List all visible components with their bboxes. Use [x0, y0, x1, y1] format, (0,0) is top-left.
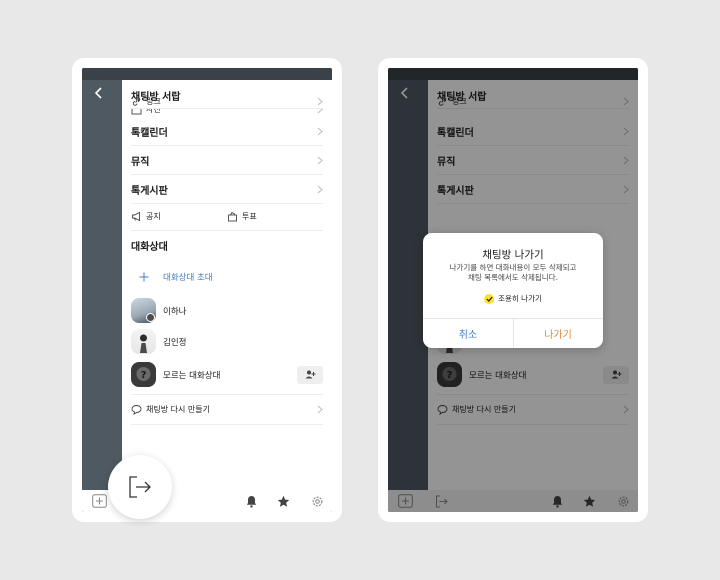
quiet-leave-label: 조용히 나가기: [498, 294, 542, 303]
chevron-right-icon: [317, 97, 323, 106]
talk-board-label: 톡게시판: [131, 186, 168, 197]
invite-label: 대화상대 초대: [163, 272, 213, 283]
drawer-item-notice[interactable]: 공지: [131, 211, 221, 222]
avatar: [131, 298, 156, 323]
leave-button[interactable]: 나가기: [513, 318, 603, 348]
chevron-right-icon: [317, 127, 323, 136]
add-friend-button[interactable]: [297, 365, 323, 384]
drawer-item-music[interactable]: 뮤직: [131, 153, 323, 168]
member-name: 모르는 대화상대: [163, 370, 221, 381]
members-header: 대화상대: [131, 238, 323, 253]
divider: [131, 174, 323, 175]
left-card: 채팅방 서랍 사진 링크 톡캘린더 뮤직 톡게시판 공지 투표 대화상대 대화상…: [72, 58, 342, 522]
speech-bubble-icon: [131, 405, 142, 415]
music-label: 뮤직: [131, 157, 150, 168]
back-chevron-icon[interactable]: [92, 86, 106, 100]
star-icon[interactable]: [277, 495, 290, 508]
exit-icon: [129, 476, 151, 498]
megaphone-icon: [132, 211, 140, 222]
svg-text:?: ?: [141, 370, 147, 381]
drawer-item-talk-calendar[interactable]: 톡캘린더: [131, 124, 323, 139]
chevron-right-icon: [317, 156, 323, 165]
members-header-label: 대화상대: [131, 242, 168, 253]
divider: [131, 230, 323, 231]
divider: [131, 394, 323, 395]
remake-chat-row[interactable]: 채팅방 다시 만들기: [131, 404, 323, 415]
chevron-right-icon: [317, 405, 323, 414]
divider: [131, 424, 323, 425]
member-name: 김인정: [163, 337, 187, 348]
member-row[interactable]: 김인정: [131, 329, 186, 354]
dialog-title: 채팅방 나가기: [482, 249, 544, 261]
member-name: 이하나: [163, 306, 187, 317]
photo-icon: [131, 108, 142, 114]
divider: [131, 108, 323, 109]
chat-background: [82, 68, 122, 512]
me-badge-icon: [146, 313, 155, 322]
exit-chat-button[interactable]: [108, 455, 172, 519]
member-row[interactable]: ? 모르는 대화상대: [131, 362, 323, 387]
chevron-right-icon: [317, 185, 323, 194]
avatar: [131, 329, 156, 354]
divider: [131, 203, 323, 204]
add-friend-icon: [305, 370, 315, 379]
vote-box-icon: [228, 211, 237, 222]
talk-calendar-label: 톡캘린더: [131, 128, 168, 139]
drawer-item-photo[interactable]: 사진: [131, 108, 323, 116]
dialog-message-line: 나가기를 하면 대화내용이 모두 삭제되고: [449, 263, 577, 272]
status-bar: [82, 68, 332, 80]
vote-label: 투표: [242, 212, 257, 221]
chat-drawer: 채팅방 서랍 사진 링크 톡캘린더 뮤직 톡게시판 공지 투표 대화상대 대화상…: [122, 80, 332, 500]
phone-screen-left: 채팅방 서랍 사진 링크 톡캘린더 뮤직 톡게시판 공지 투표 대화상대 대화상…: [82, 68, 332, 512]
notice-label: 공지: [146, 212, 161, 221]
drawer-item-link[interactable]: 링크: [131, 96, 323, 107]
leave-chat-dialog: 채팅방 나가기 나가기를 하면 대화내용이 모두 삭제되고 채팅 목록에서도 삭…: [423, 233, 603, 348]
gear-icon[interactable]: [311, 495, 324, 508]
bell-icon[interactable]: [245, 495, 258, 508]
dialog-message: 나가기를 하면 대화내용이 모두 삭제되고 채팅 목록에서도 삭제됩니다.: [433, 263, 593, 283]
cancel-button[interactable]: 취소: [423, 318, 513, 348]
member-row[interactable]: 이하나: [131, 298, 186, 323]
link-icon: [132, 97, 141, 106]
add-chat-icon[interactable]: [92, 494, 107, 508]
unknown-avatar-icon: ?: [131, 362, 156, 387]
divider: [131, 145, 323, 146]
link-label: 링크: [146, 97, 161, 106]
quiet-leave-checkbox[interactable]: 조용히 나가기: [423, 293, 603, 304]
dialog-message-line: 채팅 목록에서도 삭제됩니다.: [468, 273, 558, 282]
remake-chat-label: 채팅방 다시 만들기: [146, 405, 210, 414]
plus-icon: [131, 264, 156, 289]
invite-member-row[interactable]: 대화상대 초대: [131, 264, 213, 289]
drawer-item-talk-board[interactable]: 톡게시판: [131, 182, 323, 197]
check-icon: [484, 293, 495, 304]
drawer-item-vote[interactable]: 투표: [227, 211, 317, 222]
